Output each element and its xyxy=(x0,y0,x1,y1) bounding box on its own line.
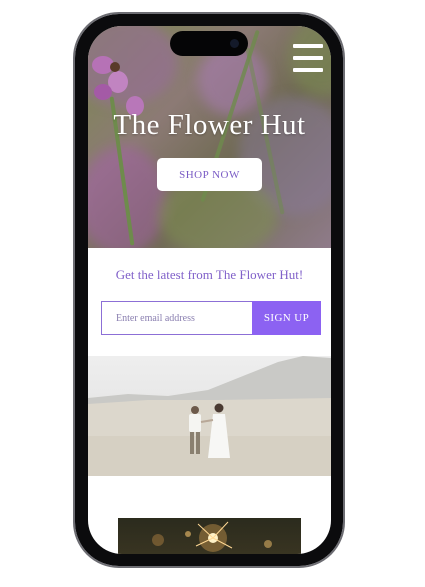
bokeh-light xyxy=(152,534,164,546)
menu-bar xyxy=(293,44,323,48)
menu-bar xyxy=(293,68,323,72)
email-input[interactable] xyxy=(101,301,252,335)
person-head xyxy=(191,406,199,414)
sign-up-button[interactable]: SIGN UP xyxy=(252,301,321,335)
camera-icon xyxy=(230,39,239,48)
menu-bar xyxy=(293,56,323,60)
brand-title: The Flower Hut xyxy=(113,109,306,141)
person-shirt xyxy=(189,414,201,432)
sparkler-photo xyxy=(118,518,301,554)
dynamic-island xyxy=(170,31,248,56)
newsletter-heading: Get the latest from The Flower Hut! xyxy=(115,267,304,282)
hamburger-menu-icon[interactable] xyxy=(293,42,323,74)
bokeh-light xyxy=(185,531,191,537)
couple-field-photo xyxy=(88,356,331,476)
bokeh-light xyxy=(264,540,272,548)
person-head xyxy=(214,403,224,413)
sparkler-scene xyxy=(152,521,272,552)
person-leg xyxy=(190,432,194,454)
shop-now-button[interactable]: SHOP NOW xyxy=(157,158,262,191)
person-leg xyxy=(196,432,200,454)
flower-petal xyxy=(110,62,120,72)
flower-petal xyxy=(94,84,112,100)
field-scene xyxy=(88,356,331,476)
phone-screen: The Flower Hut SHOP NOW Get the latest f… xyxy=(88,26,331,554)
hero-banner: The Flower Hut SHOP NOW xyxy=(88,26,331,248)
